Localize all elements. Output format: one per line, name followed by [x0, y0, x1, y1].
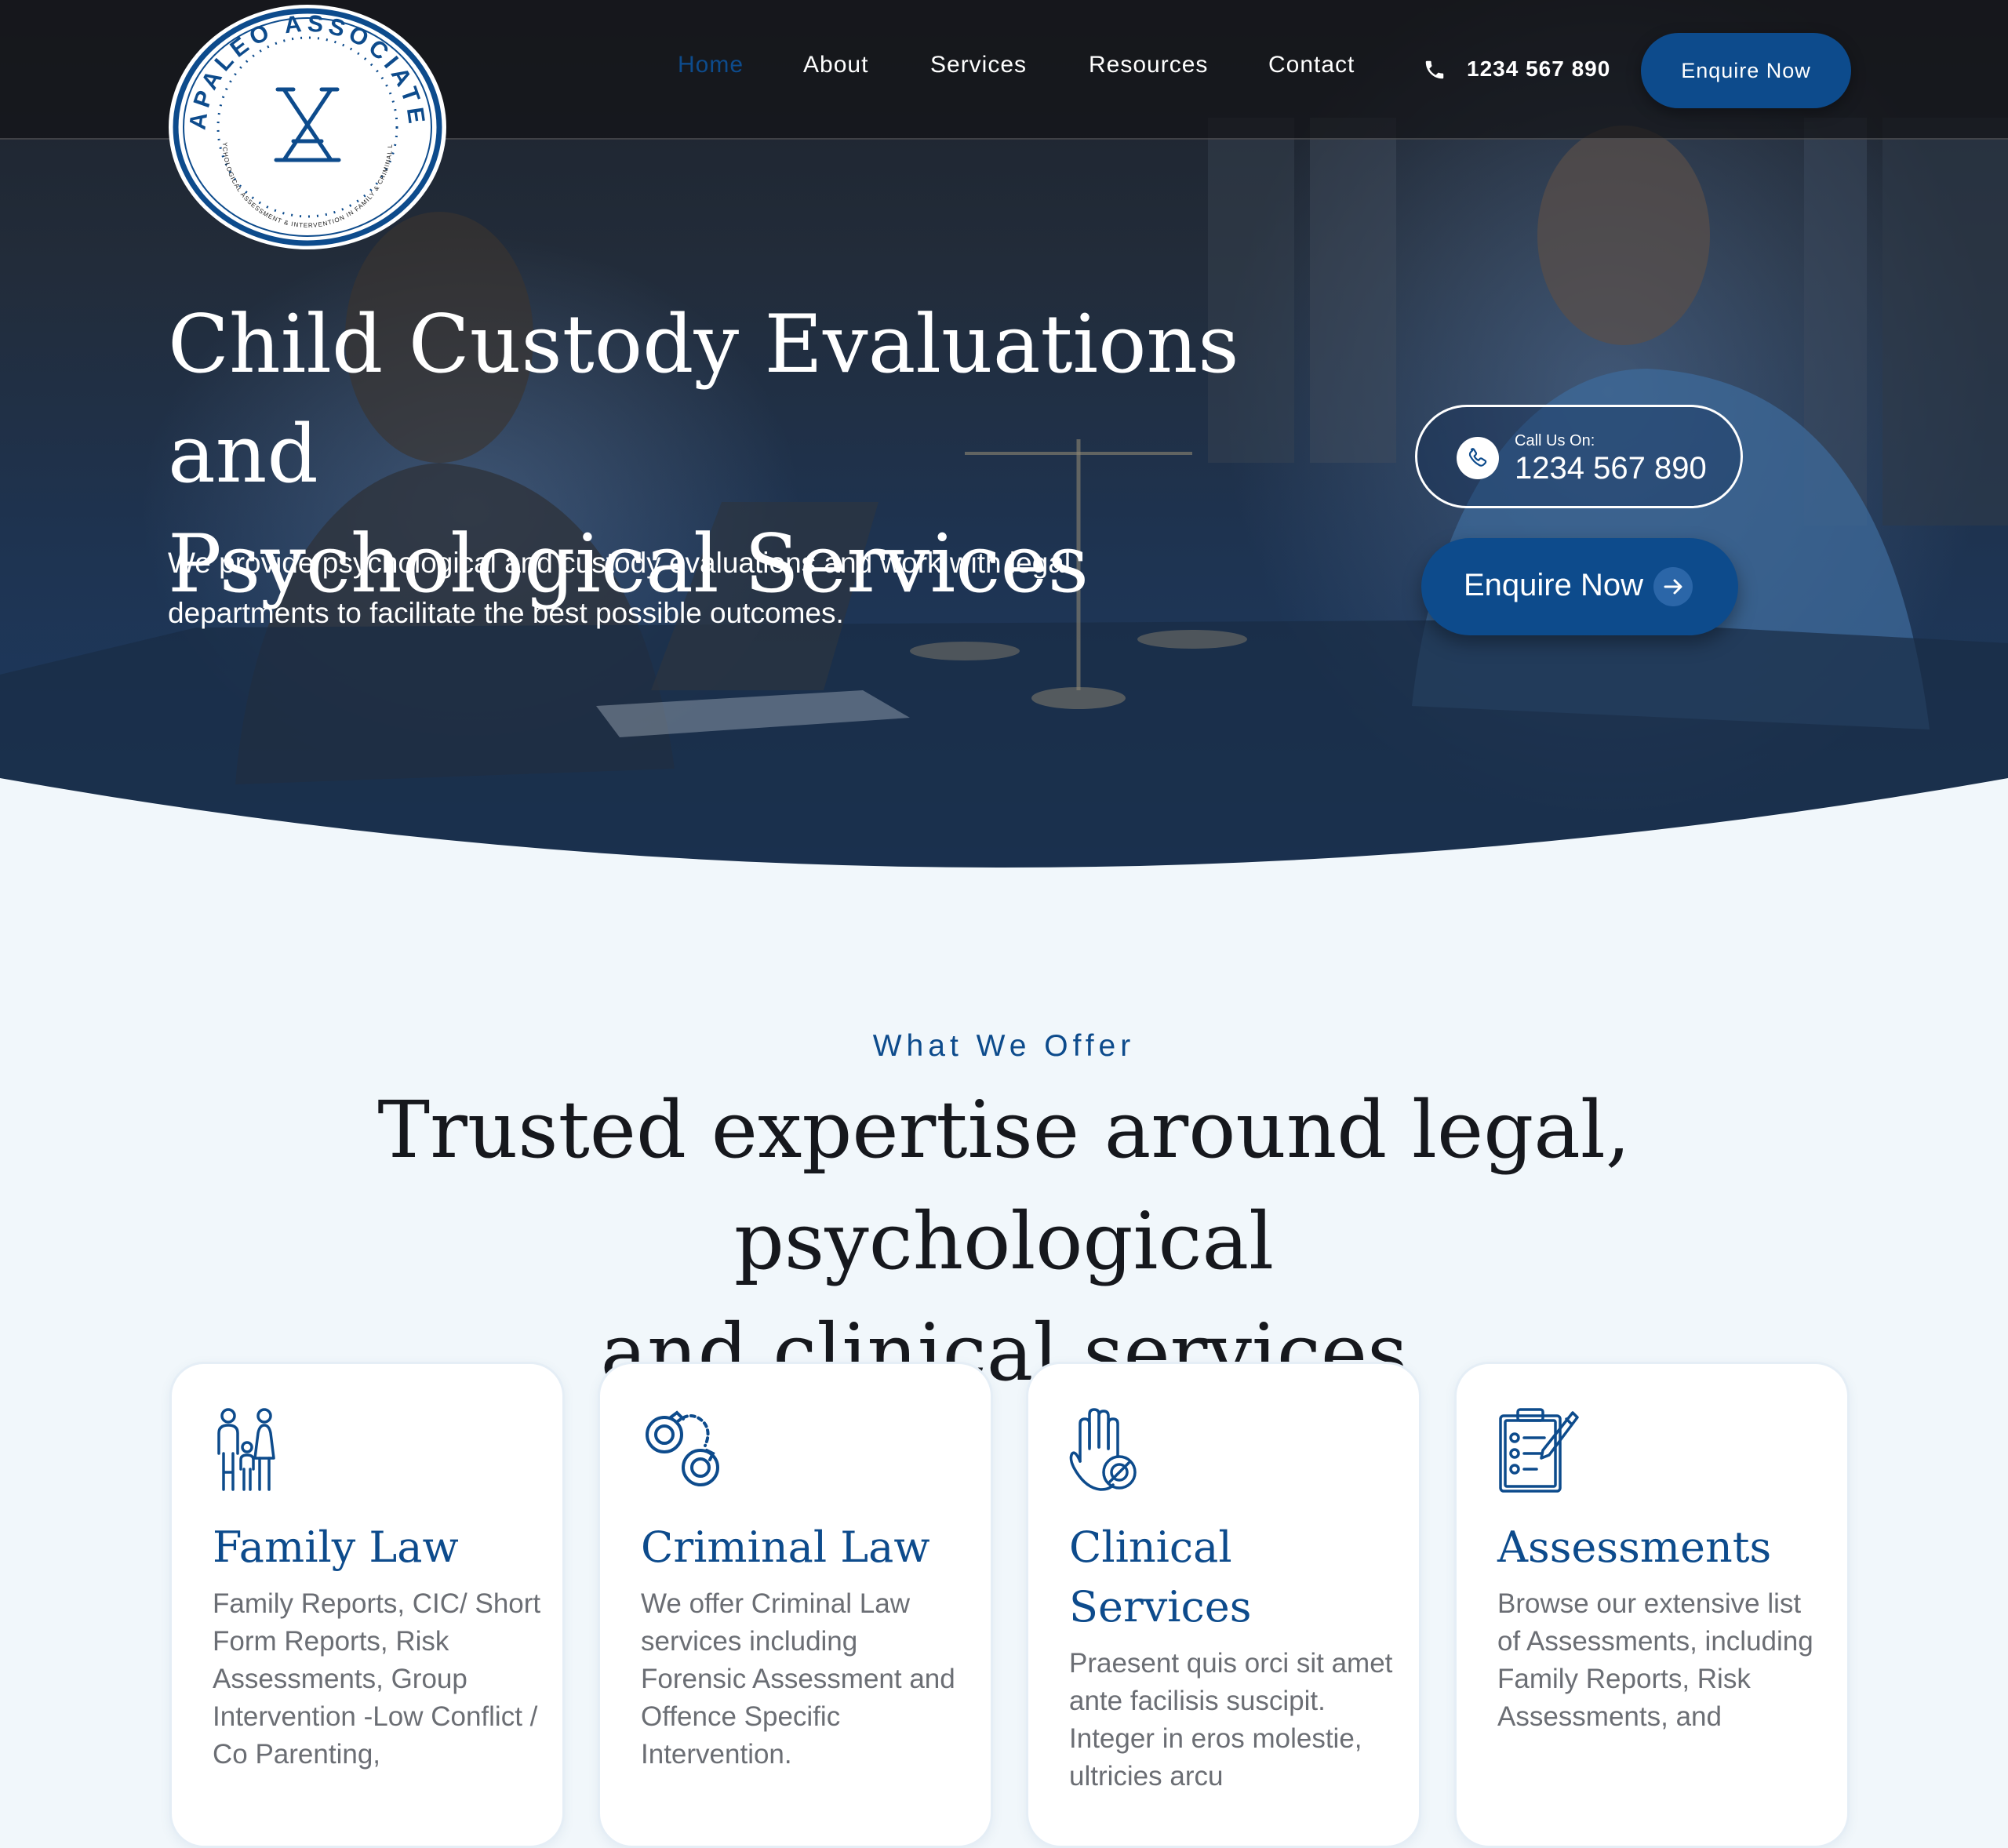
card-description: Family Reports, CIC/ Short Form Reports,… — [213, 1588, 541, 1770]
nav-link-home[interactable]: Home — [678, 52, 744, 78]
card-title: Family Law — [213, 1522, 459, 1572]
card-title: Clinical Services — [1069, 1522, 1252, 1632]
card-description: We offer Criminal Law services including… — [641, 1588, 955, 1770]
phone-icon — [1425, 60, 1444, 79]
hero-subtitle: We provide psychological and custody eva… — [168, 538, 1211, 638]
arrow-right-icon — [1653, 567, 1693, 606]
hero-subtitle-line-2: departments to facilitate the best possi… — [168, 597, 844, 629]
clipboard-checklist-icon — [1499, 1408, 1579, 1493]
hero-subtitle-line-1: We provide psychological and custody eva… — [168, 547, 1071, 579]
card-description: Browse our extensive list of Assessments… — [1497, 1588, 1813, 1732]
service-card-assessments[interactable]: Assessments Browse our extensive list of… — [1454, 1362, 1850, 1848]
family-icon — [217, 1408, 275, 1491]
hero-curved-bottom-edge — [0, 778, 2008, 890]
card-title: Assessments — [1497, 1522, 1772, 1572]
section-title-line-1: Trusted expertise around legal, psycholo… — [377, 1084, 1631, 1287]
header-enquire-now-button[interactable]: Enquire Now — [1641, 33, 1851, 108]
hero-enquire-now-label: Enquire Now — [1464, 568, 1644, 602]
service-card-family-law[interactable]: Family Law Family Reports, CIC/ Short Fo… — [169, 1362, 565, 1848]
header-phone-number: 1234 567 890 — [1467, 56, 1611, 81]
nav-link-resources[interactable]: Resources — [1089, 52, 1208, 78]
call-us-pill[interactable]: Call Us On: 1234 567 890 — [1415, 405, 1743, 508]
hero-enquire-now-button[interactable]: Enquire Now — [1421, 538, 1738, 635]
call-us-number: 1234 567 890 — [1515, 451, 1707, 486]
section-title: Trusted expertise around legal, psycholo… — [141, 1075, 1867, 1409]
hand-stop-icon — [1069, 1408, 1137, 1491]
hero-title-line-1: Child Custody Evaluations and — [168, 298, 1239, 501]
handcuffs-icon — [646, 1410, 719, 1486]
service-card-clinical-services[interactable]: Clinical Services Praesent quis orci sit… — [1026, 1362, 1421, 1848]
service-card-criminal-law[interactable]: Criminal Law We offer Criminal Law servi… — [598, 1362, 993, 1848]
call-us-label: Call Us On: — [1515, 432, 1595, 449]
papaleo-associates-logo[interactable]: PAPALEO ASSOCIATES PSYCHOLOGICAL ASSESSM… — [168, 2, 447, 249]
card-title: Criminal Law — [641, 1522, 930, 1572]
hero-section: Home About Services Resources Contact 12… — [0, 0, 2008, 890]
section-eyebrow: What We Offer — [872, 1029, 1136, 1063]
nav-link-about[interactable]: About — [803, 52, 868, 78]
nav-link-services[interactable]: Services — [930, 52, 1027, 78]
phone-circle-icon — [1457, 437, 1499, 479]
nav-link-contact[interactable]: Contact — [1268, 52, 1355, 78]
card-description: Praesent quis orci sit amet ante facilis… — [1069, 1648, 1393, 1792]
